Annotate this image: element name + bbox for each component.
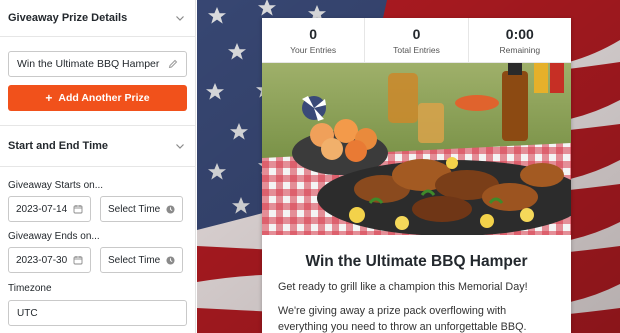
clock-icon[interactable] [166,204,175,214]
add-another-prize-button[interactable]: + Add Another Prize [8,85,187,111]
giveaway-description: We're giving away a prize pack overflowi… [278,305,527,333]
pencil-icon[interactable] [168,59,178,69]
chevron-down-icon[interactable] [175,141,185,151]
calendar-icon[interactable] [73,204,83,214]
time-section-title: Start and End Time [8,140,109,152]
entry-stats: 0 Your Entries 0 Total Entries 0:00 Rema… [262,18,571,63]
timezone-label: Timezone [8,283,52,294]
stat-value: 0 [412,25,421,42]
prize-section-title: Giveaway Prize Details [8,12,128,24]
start-date-value: 2023-07-14 [16,203,68,215]
timezone-input[interactable]: UTC [8,300,187,326]
start-time-input[interactable]: Select Time [100,196,183,222]
stat-value: 0 [309,25,318,42]
stat-your-entries: 0 Your Entries [262,18,366,62]
start-time-value: Select Time [108,203,161,215]
end-date-input[interactable]: 2023-07-30 [8,247,91,273]
stat-total-entries: 0 Total Entries [365,18,469,62]
stat-label: Remaining [499,44,541,55]
stat-remaining: 0:00 Remaining [469,18,571,62]
stat-value: 0:00 [505,25,534,42]
stat-label: Your Entries [290,44,337,55]
calendar-icon[interactable] [73,255,83,265]
add-prize-label: Add Another Prize [58,92,150,104]
end-label: Giveaway Ends on... [8,231,100,242]
chevron-down-icon[interactable] [175,13,185,23]
prize-name-field[interactable]: Win the Ultimate BBQ Hamper [8,51,187,77]
prize-section-header[interactable]: Giveaway Prize Details [0,0,195,36]
start-label: Giveaway Starts on... [8,180,104,191]
end-time-input[interactable]: Select Time [100,247,183,273]
stat-label: Total Entries [393,44,440,55]
end-time-value: Select Time [108,254,161,266]
plus-icon: + [45,91,53,105]
giveaway-title: Win the Ultimate BBQ Hamper [305,253,528,270]
giveaway-preview-card: 0 Your Entries 0 Total Entries 0:00 Rema… [262,18,571,333]
divider [0,36,195,37]
end-date-value: 2023-07-30 [16,254,68,266]
settings-sidebar: Giveaway Prize Details Win the Ultimate … [0,0,196,333]
prize-name-value: Win the Ultimate BBQ Hamper [17,58,160,70]
clock-icon[interactable] [166,255,175,265]
giveaway-intro: Get ready to grill like a champion this … [278,281,528,293]
timezone-value: UTC [17,307,38,319]
time-section-header[interactable]: Start and End Time [0,126,195,166]
bbq-prize-photo [262,63,571,235]
start-date-input[interactable]: 2023-07-14 [8,196,91,222]
